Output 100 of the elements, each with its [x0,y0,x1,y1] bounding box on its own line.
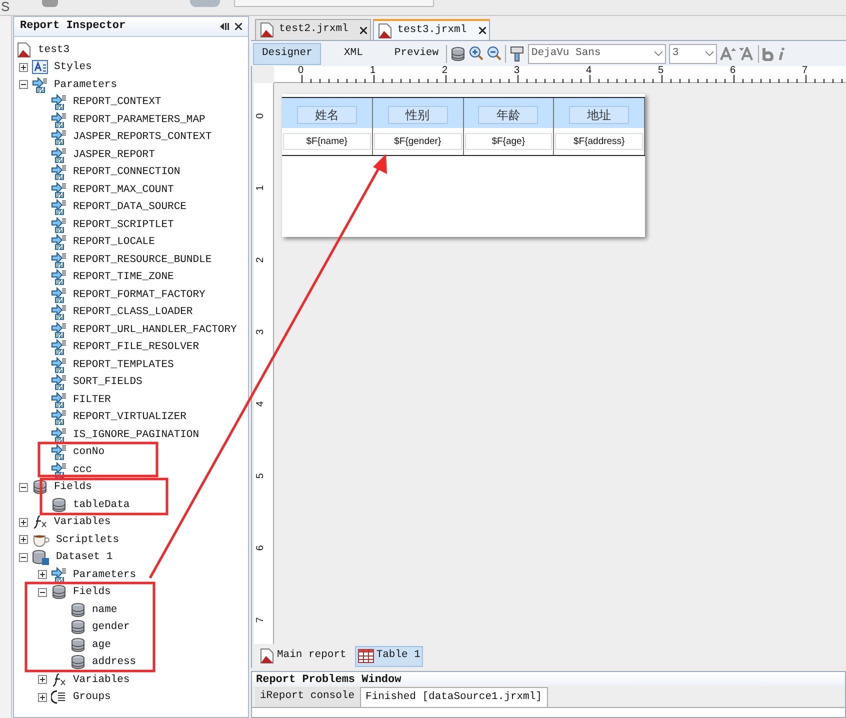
field-expression[interactable]: $F{age} [464,133,552,150]
expand-icon[interactable] [38,570,47,580]
minimize-icon[interactable] [220,22,229,31]
collapse-icon[interactable] [19,80,28,90]
close-icon[interactable] [235,23,242,30]
tree-item[interactable]: tableData [73,498,130,512]
ruler-label: 2 [255,256,267,265]
tree-item[interactable]: REPORT_FORMAT_FACTORY [73,288,206,302]
tree-item[interactable]: Parameters [54,78,118,92]
tree-item[interactable]: REPORT_SCRIPTLET [73,218,174,232]
parameter-icon [51,339,67,356]
tree-item[interactable]: conNo [73,445,105,460]
tree-item[interactable]: Groups [73,690,111,704]
zoom-in-icon[interactable] [469,46,484,61]
tree-item[interactable]: REPORT_PARAMETERS_MAP [73,112,206,127]
tree-item[interactable]: gender [92,620,130,634]
font-grow-icon[interactable] [720,46,736,60]
format-icon[interactable] [509,46,526,62]
console-tab[interactable]: Finished [dataSource1.jrxml] [360,687,548,707]
column-header[interactable]: 年龄 [478,106,538,124]
tree-item[interactable]: JASPER_REPORTS_CONTEXT [73,130,212,144]
close-icon[interactable] [478,27,486,34]
tree-item[interactable]: Dataset 1 [56,550,113,564]
tree-item[interactable]: Fields [73,585,111,600]
view-button[interactable]: XML [324,42,382,64]
ruler-label: 3 [514,66,521,78]
parameter-icon [51,182,67,198]
ruler-label: 4 [255,400,267,409]
parameter-icon [51,164,67,180]
expand-icon[interactable] [38,675,47,684]
table-icon [358,649,374,663]
column-header[interactable]: 地址 [569,106,630,124]
parameter-icon [51,234,67,250]
font-size-select[interactable]: 3 [669,44,718,64]
tree-item[interactable]: Variables [54,515,111,530]
close-icon[interactable] [360,26,368,34]
view-tab[interactable]: Table 1 [355,646,424,666]
group-icon [51,689,67,706]
tree-item[interactable]: ccc [73,462,92,477]
tree-item[interactable]: address [92,655,136,670]
tree-item[interactable]: Parameters [73,568,136,582]
zoom-out-icon[interactable] [487,46,502,61]
italic-icon[interactable] [777,46,786,60]
tree-item[interactable]: FILTER [73,392,111,407]
ruler-label: 5 [658,66,665,78]
parameter-icon [51,566,67,583]
editor-tab[interactable]: test3.jrxml [373,19,490,40]
field-expression[interactable]: $F{address} [555,133,643,150]
tree-item[interactable]: Styles [54,60,92,74]
tree-item[interactable]: Variables [73,672,130,687]
tree-item[interactable]: REPORT_TIME_ZONE [73,270,174,284]
collapse-icon[interactable] [19,552,28,562]
editor-tab[interactable]: test2.jrxml [255,19,372,40]
tree-item[interactable]: REPORT_TEMPLATES [73,358,174,372]
database-icon [51,584,67,600]
column-header[interactable]: 姓名 [296,106,357,124]
tree-item[interactable]: SORT_FIELDS [73,375,142,390]
database-icon [70,619,86,636]
field-expression[interactable]: $F{gender} [374,133,462,150]
database-icon [32,479,48,496]
parameter-icon [51,356,67,373]
tree-item[interactable]: REPORT_MAX_COUNT [73,182,174,197]
field-expression[interactable]: $F{name} [283,133,371,150]
expand-icon[interactable] [19,535,28,544]
tree-item[interactable]: REPORT_LOCALE [73,235,155,250]
expand-icon[interactable] [19,62,28,72]
collapse-icon[interactable] [19,482,28,492]
parameter-icon [51,392,67,408]
parameter-icon [51,322,67,338]
expand-icon[interactable] [38,692,47,702]
tree-item[interactable]: REPORT_CONNECTION [73,165,180,180]
tree-item[interactable]: Fields [54,480,92,494]
tree-item[interactable]: REPORT_RESOURCE_BUNDLE [73,252,212,267]
view-button[interactable]: Preview [385,42,444,64]
tree-item[interactable]: REPORT_CLASS_LOADER [73,305,193,320]
ruler-label: 1 [255,184,267,193]
tree-item[interactable]: REPORT_DATA_SOURCE [73,200,186,214]
console-tab[interactable]: iReport console [255,687,360,707]
chevron-down-icon [654,50,664,56]
tree-item[interactable]: JASPER_REPORT [73,148,155,162]
view-tab[interactable]: Main report [256,646,350,666]
expand-icon[interactable] [19,518,28,527]
parameter-icon [51,129,67,146]
parameter-icon [51,304,67,320]
tree-item[interactable]: REPORT_VIRTUALIZER [73,410,186,424]
ruler-label: 0 [255,112,267,121]
collapse-icon[interactable] [38,588,47,597]
tree-item[interactable]: REPORT_URL_HANDLER_FACTORY [73,322,237,337]
bold-icon[interactable] [762,46,774,60]
view-button[interactable]: Designer [253,42,322,64]
tree-item[interactable]: name [92,602,118,617]
tree-item[interactable]: REPORT_FILE_RESOLVER [73,340,200,354]
font-shrink-icon[interactable] [739,46,756,60]
tree-item[interactable]: REPORT_CONTEXT [73,95,162,110]
tree-item[interactable]: test3 [38,42,70,57]
column-header[interactable]: 性别 [388,106,448,124]
tree-item[interactable]: Scriptlets [56,532,120,547]
tree-item[interactable]: IS_IGNORE_PAGINATION [73,428,200,442]
tree-item[interactable]: age [92,638,111,652]
font-family-select[interactable]: DejaVu Sans [528,44,666,64]
